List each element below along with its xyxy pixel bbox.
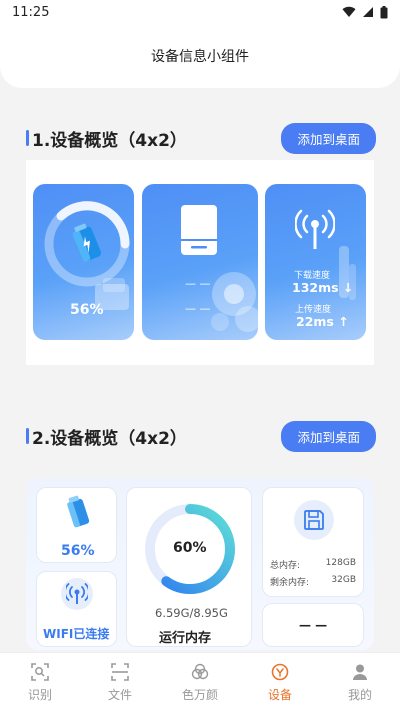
nav-label-colors: 色万颜 xyxy=(181,687,218,702)
nav-label-files: 文件 xyxy=(107,687,132,702)
nav-item-recognize[interactable]: 识别 xyxy=(0,653,80,712)
battery-card: 56% xyxy=(33,184,134,340)
widget-preview-1[interactable]: 56% — — — — 下载速度 132ms ↓ 上传速度 22ms ↑ xyxy=(26,160,374,365)
nav-item-files[interactable]: 文件 xyxy=(80,653,160,712)
storage-dashes-1: — — xyxy=(185,277,211,290)
network-card: 下载速度 132ms ↓ 上传速度 22ms ↑ xyxy=(265,184,366,340)
status-time: 11:25 xyxy=(12,4,50,20)
download-speed: 132ms ↓ xyxy=(292,280,353,295)
section-2-title-text: 2.设备概览（4x2） xyxy=(32,428,187,449)
signal-tower-icon xyxy=(66,583,88,604)
phone-storage-icon xyxy=(181,205,217,255)
battery-percent-2: 56% xyxy=(61,543,95,559)
memory-percent: 60% xyxy=(173,540,207,556)
nav-item-device[interactable]: 设备 xyxy=(240,653,320,712)
battery-percent: 56% xyxy=(70,302,104,318)
device-icon xyxy=(271,663,289,680)
memory-tile: 60% 6.59G/8.95G 运行内存 xyxy=(126,487,252,647)
signal-icon xyxy=(363,7,373,17)
battery-icon xyxy=(380,5,388,18)
person-icon xyxy=(353,664,367,680)
add-to-desktop-button-1[interactable]: 添加到桌面 xyxy=(281,122,376,154)
status-bar: 11:25 xyxy=(0,0,400,24)
storage-card: — — — — xyxy=(142,184,258,340)
battery-3d-icon xyxy=(72,223,102,262)
section-2-title: 2.设备概览（4x2） xyxy=(26,424,187,449)
storage-tile: 总内存: 128GB 剩余内存: 32GB xyxy=(262,487,364,597)
status-icons xyxy=(342,5,388,19)
free-storage-label: 剩余内存: xyxy=(270,578,310,588)
section-2-header: 2.设备概览（4x2） 添加到桌面 xyxy=(26,420,376,452)
total-storage-label: 总内存: xyxy=(270,561,301,571)
bottom-nav: 识别 文件 色万颜 设备 我的 xyxy=(0,652,400,712)
title-accent-bar xyxy=(26,130,29,146)
wifi-status: WIFI已连接 xyxy=(43,627,110,641)
nav-label-recognize: 识别 xyxy=(27,687,52,702)
widget-preview-2[interactable]: 56% WIFI已连接 60% 6.59G/8.95G 运行内存 总内存: 12… xyxy=(26,478,374,650)
down-arrow-icon: ↓ xyxy=(342,280,354,295)
up-arrow-icon: ↑ xyxy=(338,314,349,329)
page-header: 设备信息小组件 xyxy=(0,24,400,88)
add-to-desktop-button-2[interactable]: 添加到桌面 xyxy=(281,420,376,452)
signal-tower-icon xyxy=(295,209,335,249)
battery-tile: 56% xyxy=(36,487,117,563)
placeholder-tile: — — xyxy=(262,603,364,647)
battery-3d-icon xyxy=(67,495,90,528)
free-storage-value: 32GB xyxy=(331,575,356,585)
download-value: 132ms xyxy=(292,280,339,295)
upload-value: 22ms xyxy=(296,314,334,329)
memory-usage: 6.59G/8.95G xyxy=(155,606,228,620)
nav-label-device: 设备 xyxy=(267,687,292,702)
section-1-title: 1.设备概览（4x2） xyxy=(26,126,187,151)
page-title: 设备信息小组件 xyxy=(151,49,249,65)
section-1-header: 1.设备概览（4x2） 添加到桌面 xyxy=(26,122,376,154)
nav-label-mine: 我的 xyxy=(347,687,372,702)
upload-speed: 22ms ↑ xyxy=(296,314,349,329)
total-storage-value: 128GB xyxy=(325,558,356,568)
nav-item-colors[interactable]: 色万颜 xyxy=(160,653,240,712)
nav-item-mine[interactable]: 我的 xyxy=(320,653,400,712)
wifi-icon xyxy=(342,6,356,18)
color-circles-icon xyxy=(191,663,209,679)
save-icon xyxy=(304,510,324,530)
placeholder-dashes: — — xyxy=(299,618,328,632)
scan-icon xyxy=(31,662,49,681)
section-1-title-text: 1.设备概览（4x2） xyxy=(32,130,187,151)
memory-label: 运行内存 xyxy=(159,631,212,646)
title-accent-bar xyxy=(26,428,29,444)
wifi-tile: WIFI已连接 xyxy=(36,571,117,647)
file-scan-icon xyxy=(111,662,129,681)
storage-dashes-2: — — xyxy=(185,302,211,315)
